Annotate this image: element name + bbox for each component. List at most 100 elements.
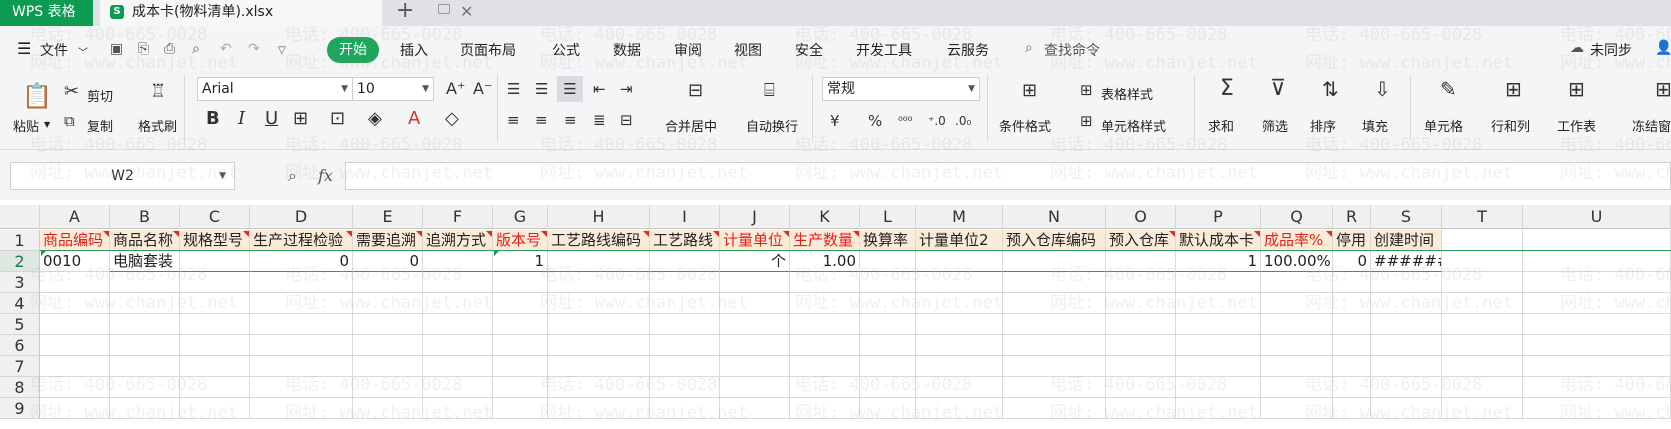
tab-insert[interactable]: 插入 bbox=[400, 40, 428, 60]
cell[interactable] bbox=[790, 377, 860, 398]
cell[interactable] bbox=[1261, 377, 1333, 398]
cut-button[interactable]: 剪切 bbox=[87, 86, 113, 105]
cell[interactable] bbox=[916, 272, 1003, 293]
cell[interactable] bbox=[860, 398, 916, 419]
cell-style-button[interactable]: 单元格样式 bbox=[1101, 116, 1166, 135]
cell[interactable] bbox=[548, 335, 650, 356]
column-header-d[interactable]: D bbox=[250, 205, 353, 229]
conditional-format-icon[interactable]: ⊞ bbox=[1022, 82, 1037, 100]
save-icon[interactable]: ▣ bbox=[110, 41, 123, 57]
export-icon[interactable]: ⎘ bbox=[138, 41, 149, 57]
cell[interactable] bbox=[493, 398, 548, 419]
paste-button[interactable]: 粘贴 bbox=[13, 116, 39, 135]
cell[interactable] bbox=[1442, 335, 1523, 356]
filter-button[interactable]: 筛选 bbox=[1262, 116, 1288, 135]
header-cell[interactable]: 计量单位2 bbox=[916, 230, 1003, 251]
data-cell[interactable] bbox=[860, 251, 916, 272]
customize-icon[interactable]: ▽ bbox=[278, 45, 286, 56]
cell[interactable] bbox=[1523, 314, 1671, 335]
cell[interactable] bbox=[1106, 272, 1176, 293]
cell[interactable] bbox=[40, 377, 110, 398]
fx-icon[interactable]: fx bbox=[318, 166, 333, 185]
tab-formulas[interactable]: 公式 bbox=[552, 40, 580, 60]
data-cell[interactable]: 0010 bbox=[40, 251, 110, 272]
cell[interactable] bbox=[1003, 314, 1106, 335]
cell[interactable] bbox=[110, 377, 180, 398]
print-icon[interactable]: ⎙ bbox=[164, 41, 175, 57]
data-cell[interactable] bbox=[180, 251, 250, 272]
tab-cloud[interactable]: 云服务 bbox=[947, 40, 989, 60]
cell[interactable] bbox=[1261, 335, 1333, 356]
tab-view[interactable]: 视图 bbox=[734, 40, 762, 60]
cell[interactable] bbox=[423, 356, 493, 377]
cell[interactable] bbox=[1106, 293, 1176, 314]
data-cell[interactable]: 个 bbox=[720, 251, 790, 272]
cell[interactable] bbox=[180, 335, 250, 356]
column-header-k[interactable]: K bbox=[790, 205, 860, 229]
cell[interactable] bbox=[493, 314, 548, 335]
cell[interactable] bbox=[1333, 272, 1371, 293]
tab-data[interactable]: 数据 bbox=[613, 40, 641, 60]
currency-icon[interactable]: ¥ bbox=[830, 112, 840, 130]
cell-fill-icon[interactable]: ⊡ bbox=[330, 110, 345, 128]
row-col-icon[interactable]: ⊞ bbox=[1505, 79, 1522, 99]
chevron-down-icon[interactable]: ▼ bbox=[219, 163, 226, 189]
cell[interactable] bbox=[110, 356, 180, 377]
data-cell[interactable] bbox=[548, 251, 650, 272]
column-header-c[interactable]: C bbox=[180, 205, 250, 229]
sort-icon[interactable]: ⇅ bbox=[1322, 79, 1339, 99]
cell[interactable] bbox=[1176, 398, 1261, 419]
number-format-select[interactable]: 常规 ▼ bbox=[822, 77, 980, 101]
header-cell[interactable] bbox=[1442, 230, 1523, 251]
cell[interactable] bbox=[1003, 356, 1106, 377]
header-cell[interactable]: 规格型号 bbox=[180, 230, 250, 251]
distributed-icon[interactable]: ⊟ bbox=[620, 111, 633, 129]
cell[interactable] bbox=[1523, 272, 1671, 293]
align-right-icon[interactable]: ≡ bbox=[564, 111, 577, 129]
menu-icon[interactable]: ☰ bbox=[17, 39, 31, 58]
column-header-g[interactable]: G bbox=[493, 205, 548, 229]
cell[interactable] bbox=[548, 314, 650, 335]
undo-icon[interactable]: ↶ bbox=[220, 41, 232, 57]
window-icon[interactable] bbox=[438, 4, 450, 14]
cell[interactable] bbox=[110, 293, 180, 314]
bold-icon[interactable]: B bbox=[206, 110, 220, 128]
cell[interactable] bbox=[423, 314, 493, 335]
cell[interactable] bbox=[916, 356, 1003, 377]
cell[interactable] bbox=[40, 335, 110, 356]
header-cell[interactable]: 创建时间 bbox=[1371, 230, 1442, 251]
cell[interactable] bbox=[250, 335, 353, 356]
cell[interactable] bbox=[1523, 356, 1671, 377]
fill-icon[interactable]: ⇩ bbox=[1374, 79, 1391, 99]
column-header-o[interactable]: O bbox=[1106, 205, 1176, 229]
close-tab-icon[interactable]: ✕ bbox=[460, 0, 473, 24]
row-header-8[interactable]: 8 bbox=[0, 377, 40, 398]
cell[interactable] bbox=[1106, 377, 1176, 398]
data-cell[interactable] bbox=[423, 251, 493, 272]
cell[interactable] bbox=[548, 356, 650, 377]
cell-style-icon[interactable]: ⊞ bbox=[1080, 112, 1093, 130]
merge-center-icon[interactable]: ⊟ bbox=[688, 82, 703, 100]
align-middle-icon[interactable]: ☰ bbox=[535, 80, 548, 98]
cell[interactable] bbox=[1523, 335, 1671, 356]
indent-decrease-icon[interactable]: ⇤ bbox=[593, 80, 606, 98]
cell[interactable] bbox=[110, 335, 180, 356]
cell[interactable] bbox=[250, 356, 353, 377]
cell[interactable] bbox=[790, 356, 860, 377]
column-header-e[interactable]: E bbox=[353, 205, 423, 229]
cell[interactable] bbox=[1333, 335, 1371, 356]
cell[interactable] bbox=[250, 272, 353, 293]
cell[interactable] bbox=[860, 272, 916, 293]
cell[interactable] bbox=[1333, 398, 1371, 419]
cell[interactable] bbox=[1442, 272, 1523, 293]
data-cell[interactable]: 0 bbox=[250, 251, 353, 272]
cell[interactable] bbox=[423, 398, 493, 419]
cell[interactable] bbox=[1261, 398, 1333, 419]
cell[interactable] bbox=[720, 293, 790, 314]
cell[interactable] bbox=[1371, 398, 1442, 419]
column-header-b[interactable]: B bbox=[110, 205, 180, 229]
data-cell[interactable] bbox=[1523, 251, 1671, 272]
header-cell[interactable]: 版本号 bbox=[493, 230, 548, 251]
column-header-l[interactable]: L bbox=[860, 205, 916, 229]
cut-icon[interactable]: ✂ bbox=[64, 83, 79, 101]
